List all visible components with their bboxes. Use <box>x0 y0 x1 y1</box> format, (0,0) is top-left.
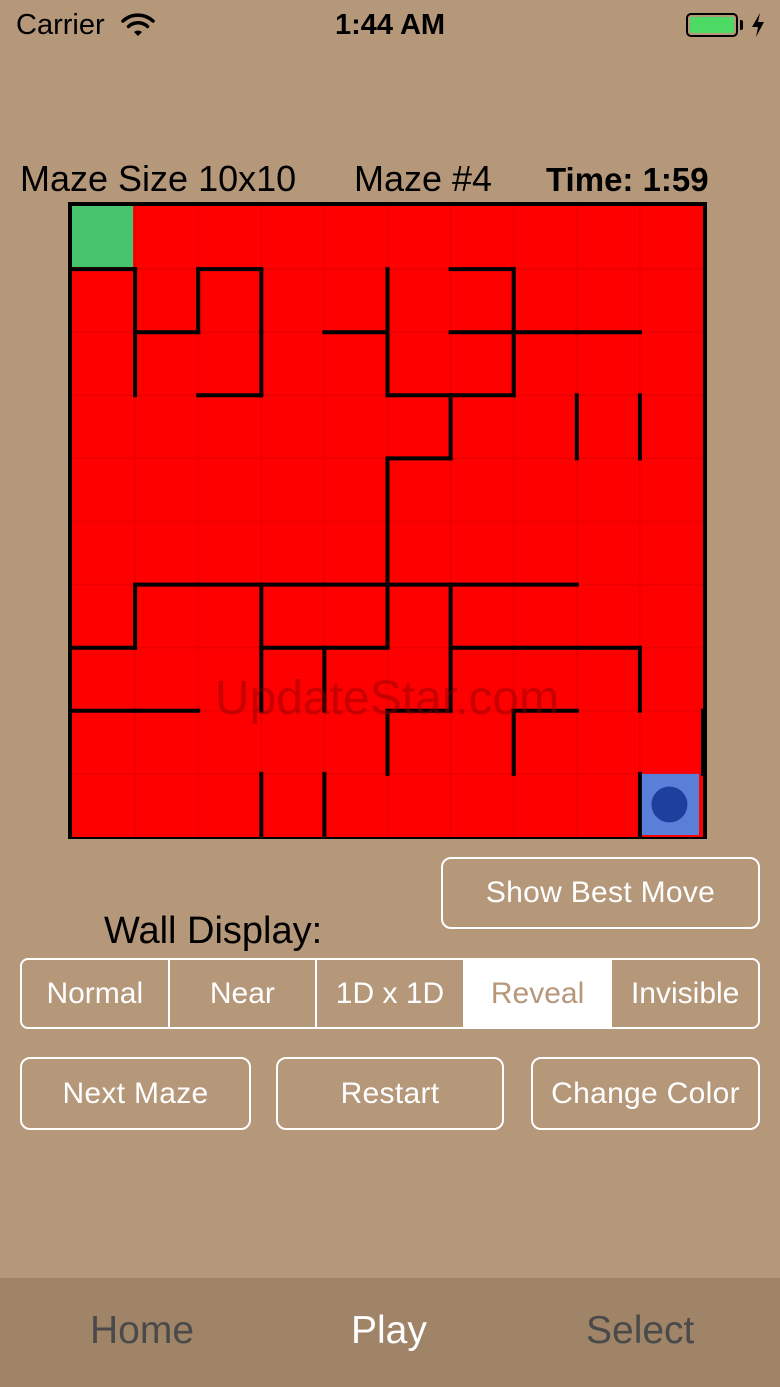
wall-display-normal[interactable]: Normal <box>22 960 170 1027</box>
maze-start-cell <box>72 206 134 268</box>
restart-button[interactable]: Restart <box>276 1057 504 1130</box>
battery-tip <box>740 20 743 30</box>
maze-number-label: Maze #4 <box>354 158 493 199</box>
status-bar: Carrier 1:44 AM <box>0 0 780 54</box>
charging-icon <box>752 13 764 37</box>
battery-icon <box>686 13 738 37</box>
maze-size-label: Maze Size 10x10 <box>20 158 297 199</box>
status-time: 1:44 AM <box>334 9 446 41</box>
change-color-button[interactable]: Change Color <box>531 1057 760 1130</box>
wall-display-near[interactable]: Near <box>170 960 318 1027</box>
wall-display-invisible[interactable]: Invisible <box>612 960 758 1027</box>
show-best-move-button[interactable]: Show Best Move <box>441 857 760 929</box>
next-maze-button[interactable]: Next Maze <box>20 1057 251 1130</box>
tab-select[interactable]: Select <box>586 1309 694 1353</box>
watermark-text: UpdateStar.com <box>215 672 559 725</box>
wall-display-reveal[interactable]: Reveal <box>464 960 613 1027</box>
maze-board[interactable]: UpdateStar.com <box>68 202 707 839</box>
player-dot <box>651 786 688 823</box>
tab-home[interactable]: Home <box>90 1309 194 1353</box>
wall-display-1dx1d[interactable]: 1D x 1D <box>317 960 465 1027</box>
wall-display-label: Wall Display: <box>104 910 323 952</box>
tab-play[interactable]: Play <box>351 1309 427 1353</box>
timer-label: Time: 1:59 <box>546 161 709 198</box>
wall-display-selector: Normal Near 1D x 1D Reveal Invisible <box>20 958 760 1029</box>
battery-fill <box>690 17 734 33</box>
